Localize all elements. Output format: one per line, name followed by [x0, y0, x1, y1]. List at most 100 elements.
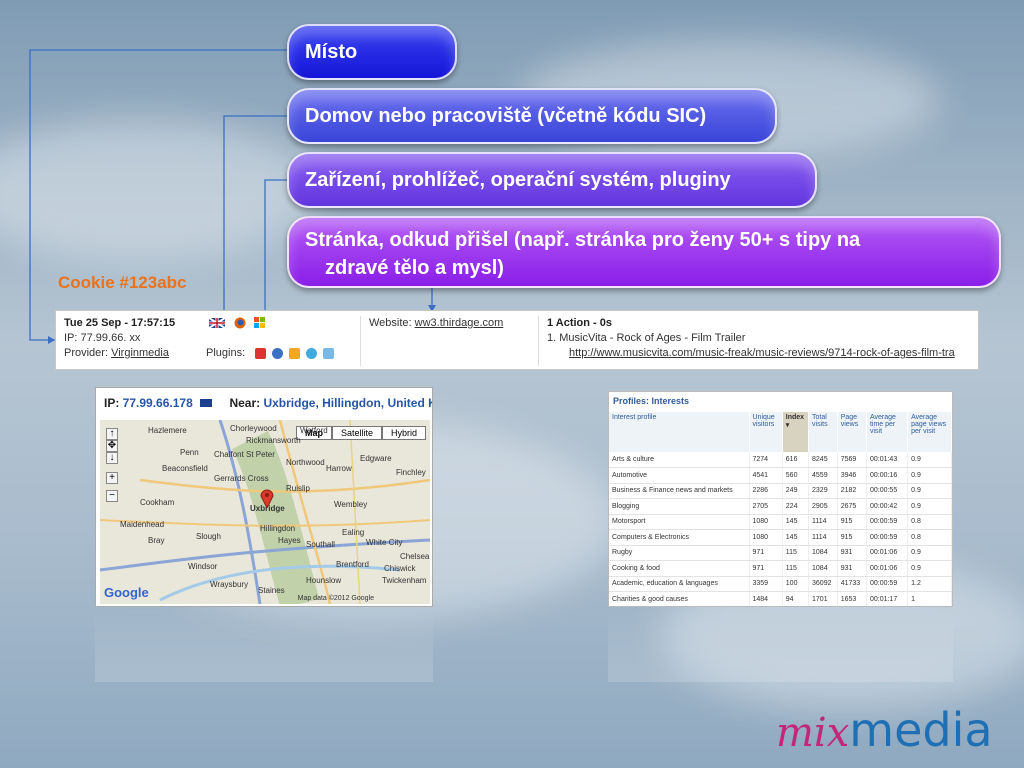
column-header[interactable]: Interest profile	[609, 412, 750, 452]
profiles-interests-table: Profiles: Interests Interest profile Uni…	[608, 391, 953, 607]
tab-satellite[interactable]: Satellite	[331, 426, 382, 440]
website-label: Website:	[369, 317, 415, 329]
table-cell: Cooking & food	[609, 560, 750, 577]
table-cell: 00:00:59	[866, 576, 909, 592]
pan-left-right-icon[interactable]: ✥	[106, 440, 118, 452]
column-header[interactable]: Average page views per visit	[907, 412, 952, 452]
device-pill: Zařízení, prohlížeč, operační systém, pl…	[287, 152, 817, 208]
shockwave-plugin-icon	[272, 347, 284, 359]
map-place-label: Hayes	[278, 536, 301, 545]
table-cell: 931	[837, 545, 867, 561]
map-place-label: Twickenham	[382, 576, 427, 585]
table-cell: 1084	[808, 545, 838, 561]
zoom-in-icon[interactable]: +	[106, 472, 118, 484]
map-place-label: Harrow	[326, 464, 352, 473]
column-header[interactable]: Index ▾	[782, 412, 810, 452]
column-header[interactable]: Average time per visit	[866, 412, 909, 452]
logo-mix: mix	[776, 710, 850, 756]
uk-flag-icon	[208, 317, 226, 333]
mixmedia-logo: mixmedia	[776, 703, 993, 757]
table-cell: 1701	[808, 591, 838, 606]
table-cell: Business & Finance news and markets	[609, 483, 750, 499]
table-header-row: Interest profile Unique visitors Index ▾…	[609, 412, 952, 452]
profiles-title: Profiles: Interests	[613, 396, 690, 406]
firefox-icon	[234, 317, 246, 334]
table-cell: 00:01:43	[866, 452, 909, 468]
table-cell: 8245	[808, 452, 838, 468]
map-place-label: Chiswick	[384, 564, 416, 573]
location-pill: Místo	[287, 24, 457, 80]
map-place-label: Southall	[306, 540, 335, 549]
table-cell: 560	[782, 467, 810, 484]
pan-up-icon[interactable]: ↑	[106, 428, 118, 440]
website-link[interactable]: ww3.thirdage.com	[415, 317, 504, 329]
table-cell: 1.2	[907, 576, 952, 592]
map-place-label: Maidenhead	[120, 520, 165, 529]
table-cell: 145	[782, 514, 810, 530]
table-row: Blogging 2705 224 2905 2675 00:00:42 0.9	[609, 498, 952, 515]
location-label: Místo	[305, 40, 358, 63]
tab-hybrid[interactable]: Hybrid	[381, 426, 426, 440]
table-cell: 2905	[808, 498, 838, 515]
table-cell: 1084	[808, 560, 838, 577]
provider-label: Provider:	[64, 347, 112, 359]
map-place-label: Windsor	[188, 562, 218, 571]
table-cell: 1	[907, 591, 952, 606]
interests-table: Interest profile Unique visitors Index ▾…	[609, 412, 952, 606]
website-column: Website: ww3.thirdage.com	[360, 316, 536, 366]
actions-summary: 1 Action - 0s	[547, 317, 612, 329]
table-cell: 0.9	[907, 545, 952, 561]
map-place-label: Cookham	[140, 498, 175, 507]
table-cell: 36092	[808, 576, 838, 592]
map-reflection	[95, 607, 433, 682]
map-panel: IP: 77.99.66.178 Near: Uxbridge, Hilling…	[95, 387, 433, 607]
actions-column: 1 Action - 0s 1. MusicVita - Rock of Age…	[538, 316, 974, 366]
action-url-link[interactable]: http://www.musicvita.com/music-freak/mus…	[569, 347, 955, 359]
table-cell: Charities & good causes	[609, 591, 750, 606]
table-cell: 2182	[837, 483, 867, 499]
table-cell: 00:01:17	[866, 591, 909, 606]
map-ip-label: IP:	[104, 396, 123, 410]
table-cell: 971	[749, 560, 783, 577]
map-place-label: Chelsea	[400, 552, 430, 561]
visit-datetime: Tue 25 Sep - 17:57:15	[64, 317, 176, 329]
column-header[interactable]: Page views	[837, 412, 867, 452]
map-place-label: Hazlemere	[148, 426, 187, 435]
table-row: Computers & Electronics 1080 145 1114 915 00:…	[609, 529, 952, 546]
table-cell: 0.9	[907, 560, 952, 577]
java-plugin-icon	[289, 347, 301, 359]
table-cell: 249	[782, 483, 810, 499]
table-cell: 115	[782, 545, 810, 561]
table-row: Charities & good causes 1484 94 1701 1653 00:…	[609, 591, 952, 606]
table-cell: 4541	[749, 467, 783, 484]
table-cell: 1114	[808, 514, 838, 530]
table-cell: 94	[782, 591, 810, 606]
map-place-label: Watford	[300, 426, 328, 435]
table-cell: Academic, education & languages	[609, 576, 750, 592]
table-cell: 0.8	[907, 514, 952, 530]
action-item: 1. MusicVita - Rock of Ages - Film Trail…	[547, 332, 746, 344]
map-place-label: Gerrards Cross	[214, 474, 269, 483]
provider-link[interactable]: Virginmedia	[111, 347, 169, 359]
map-header: IP: 77.99.66.178 Near: Uxbridge, Hilling…	[96, 388, 432, 418]
pan-down-icon[interactable]: ↓	[106, 452, 118, 464]
table-cell: 1080	[749, 514, 783, 530]
table-cell: Computers & Electronics	[609, 529, 750, 546]
referrer-pill: Stránka, odkud přišel (např. stránka pro…	[287, 216, 1001, 288]
table-row: Business & Finance news and markets 2286 2…	[609, 483, 952, 499]
table-cell: 115	[782, 560, 810, 577]
table-row: Rugby 971 115 1084 931 00:01:06 0.9	[609, 545, 952, 561]
plugins-label: Plugins:	[206, 347, 246, 359]
column-header[interactable]: Unique visitors	[749, 412, 783, 452]
table-row: Arts & culture 7274 616 8245 7569 00:01:43 0.9	[609, 452, 952, 468]
zoom-out-icon[interactable]: −	[106, 490, 118, 502]
silverlight-plugin-icon	[323, 347, 335, 359]
google-map[interactable]: Map Satellite Hybrid ↑ ✥ ↓ + − Hazlemere…	[100, 420, 430, 604]
location-pin-icon	[260, 488, 274, 513]
column-header[interactable]: Total visits	[808, 412, 838, 452]
table-cell: 00:00:59	[866, 529, 909, 546]
table-cell: Blogging	[609, 498, 750, 515]
map-place-label: Northwood	[286, 458, 325, 467]
table-cell: Rugby	[609, 545, 750, 561]
map-place-label: Penn	[180, 448, 199, 457]
